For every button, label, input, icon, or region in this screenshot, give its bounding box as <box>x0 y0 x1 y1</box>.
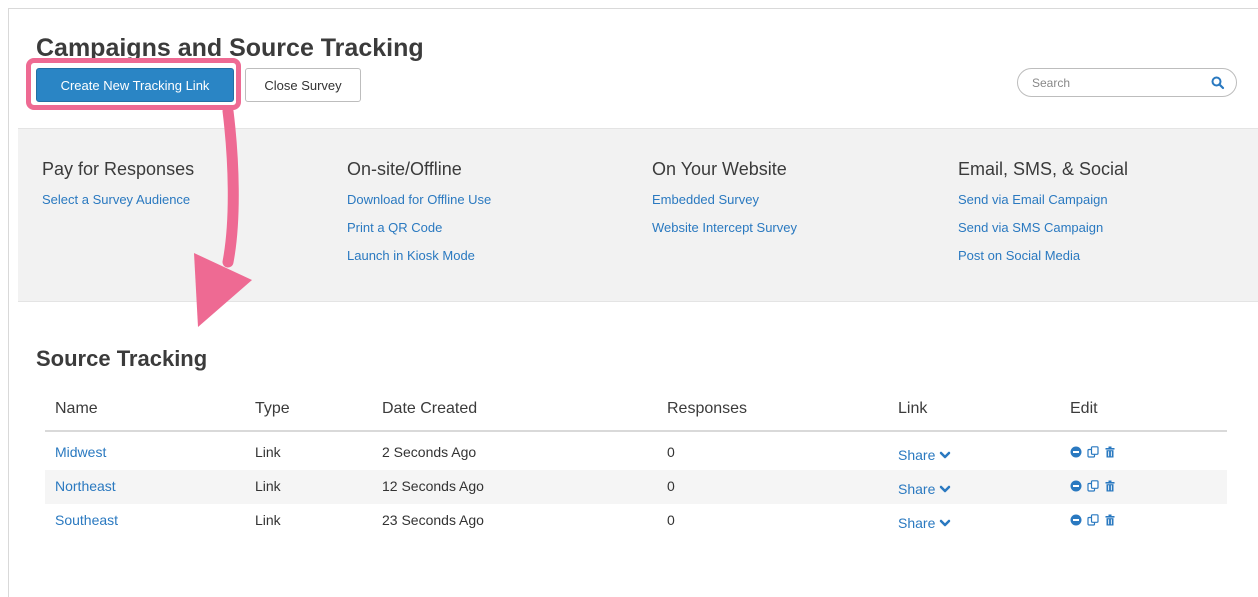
disable-icon[interactable] <box>1070 479 1082 492</box>
share-label: Share <box>898 447 936 463</box>
edit-actions <box>1070 513 1116 526</box>
column-header[interactable]: Name <box>55 400 98 418</box>
column-header[interactable]: Date Created <box>382 400 477 418</box>
search-box[interactable] <box>1017 68 1237 97</box>
dist-heading: On-site/Offline <box>347 159 462 179</box>
chevron-down-icon <box>940 485 951 493</box>
row-type: Link <box>255 478 281 494</box>
trash-icon[interactable] <box>1104 445 1116 458</box>
dist-col-website: On Your Website Embedded Survey Website … <box>652 159 797 248</box>
close-survey-button[interactable]: Close Survey <box>245 68 361 102</box>
column-header[interactable]: Responses <box>667 400 747 418</box>
distribution-panel: Pay for Responses Select a Survey Audien… <box>18 128 1258 302</box>
row-date: 12 Seconds Ago <box>382 478 484 494</box>
column-header[interactable]: Type <box>255 400 290 418</box>
dist-col-offline: On-site/Offline Download for Offline Use… <box>347 159 491 276</box>
row-responses: 0 <box>667 478 675 494</box>
section-title: Source Tracking <box>36 346 208 371</box>
dist-link-offline[interactable]: Download for Offline Use <box>347 192 491 207</box>
chevron-down-icon <box>940 451 951 459</box>
copy-icon[interactable] <box>1087 445 1099 458</box>
copy-icon[interactable] <box>1087 479 1099 492</box>
dist-link-kiosk[interactable]: Launch in Kiosk Mode <box>347 248 491 263</box>
column-header: Edit <box>1070 400 1098 417</box>
table-row: Northeast Link 12 Seconds Ago 0 Share <box>45 470 1227 504</box>
trash-icon[interactable] <box>1104 513 1116 526</box>
row-name-link[interactable]: Northeast <box>55 478 116 494</box>
chevron-down-icon <box>940 519 951 527</box>
row-responses: 0 <box>667 512 675 528</box>
dist-heading: Pay for Responses <box>42 159 195 179</box>
frame-top-border <box>8 8 1258 9</box>
row-date: 2 Seconds Ago <box>382 444 477 460</box>
copy-icon[interactable] <box>1087 513 1099 526</box>
row-responses: 0 <box>667 444 675 460</box>
share-label: Share <box>898 481 936 497</box>
frame-left-border <box>8 8 9 597</box>
dist-link-email[interactable]: Send via Email Campaign <box>958 192 1128 207</box>
dist-link-qr-code[interactable]: Print a QR Code <box>347 220 491 235</box>
edit-actions <box>1070 479 1116 492</box>
table-header: Name Type Date Created Responses Link Ed… <box>45 392 1227 432</box>
dist-heading: Email, SMS, & Social <box>958 159 1129 179</box>
search-input[interactable] <box>1032 73 1202 93</box>
dist-col-social: Email, SMS, & Social Send via Email Camp… <box>958 159 1128 276</box>
dist-link-sms[interactable]: Send via SMS Campaign <box>958 220 1128 235</box>
row-name-link[interactable]: Southeast <box>55 512 118 528</box>
trash-icon[interactable] <box>1104 479 1116 492</box>
tracking-table: Name Type Date Created Responses Link Ed… <box>45 392 1227 538</box>
row-date: 23 Seconds Ago <box>382 512 484 528</box>
share-dropdown[interactable]: Share <box>898 447 951 463</box>
search-icon[interactable] <box>1210 75 1226 91</box>
share-dropdown[interactable]: Share <box>898 481 951 497</box>
table-row: Southeast Link 23 Seconds Ago 0 Share <box>45 504 1227 538</box>
dist-link-social[interactable]: Post on Social Media <box>958 248 1128 263</box>
row-type: Link <box>255 444 281 460</box>
dist-link-intercept[interactable]: Website Intercept Survey <box>652 220 797 235</box>
edit-actions <box>1070 445 1116 458</box>
dist-heading: On Your Website <box>652 159 787 179</box>
callout-highlight <box>26 58 241 110</box>
dist-col-pay: Pay for Responses Select a Survey Audien… <box>42 159 194 220</box>
dist-link-embedded[interactable]: Embedded Survey <box>652 192 797 207</box>
share-dropdown[interactable]: Share <box>898 515 951 531</box>
disable-icon[interactable] <box>1070 445 1082 458</box>
share-label: Share <box>898 515 936 531</box>
row-type: Link <box>255 512 281 528</box>
disable-icon[interactable] <box>1070 513 1082 526</box>
column-header: Link <box>898 400 928 417</box>
dist-link-survey-audience[interactable]: Select a Survey Audience <box>42 192 194 207</box>
row-name-link[interactable]: Midwest <box>55 444 106 460</box>
table-row: Midwest Link 2 Seconds Ago 0 Share <box>45 436 1227 470</box>
